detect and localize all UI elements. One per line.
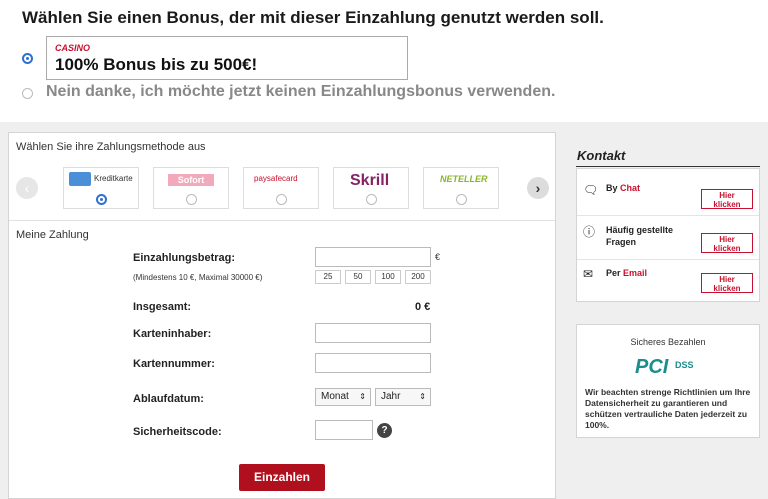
carousel-next-button[interactable]: › <box>527 177 549 199</box>
kontakt-box: 🗨 By Chat Hier klicken ⓘ Häufig gestellte… <box>576 168 760 302</box>
dss-logo: DSS <box>675 360 694 370</box>
neteller-logo: NETELLER <box>440 174 488 184</box>
section-divider <box>9 220 555 221</box>
expiry-label: Ablaufdatum: <box>133 393 204 405</box>
button-line: klicken <box>713 200 741 209</box>
expiry-month-value: Monat <box>321 391 349 402</box>
button-line: Hier <box>719 235 735 244</box>
total-label: Insgesamt: <box>133 301 192 313</box>
bonus-option-text: 100% Bonus bis zu 500€! <box>55 55 258 74</box>
kontakt-divider <box>577 259 759 260</box>
payment-method-name: Kreditkarte <box>94 174 133 183</box>
chat-prefix: By <box>606 183 621 193</box>
email-icon: ✉ <box>583 267 594 281</box>
no-bonus-radio[interactable] <box>22 88 33 99</box>
no-bonus-label[interactable]: Nein danke, ich möchte jetzt keinen Einz… <box>46 83 555 101</box>
quick-amount-200[interactable]: 200 <box>405 270 431 284</box>
secure-payment-box: Sicheres Bezahlen PCI DSS Wir beachten s… <box>576 324 760 438</box>
button-line: klicken <box>713 284 741 293</box>
payment-method-kreditkarte[interactable]: Kreditkarte <box>63 167 139 209</box>
bonus-option-casino[interactable]: CASINO 100% Bonus bis zu 500€! <box>46 36 408 80</box>
expiry-year-select[interactable]: Jahr ⇕ <box>375 388 431 406</box>
button-line: Hier <box>719 275 735 284</box>
quick-amount-50[interactable]: 50 <box>345 270 371 284</box>
button-line: Hier <box>719 191 735 200</box>
payment-method-paysafecard[interactable]: paysafecard <box>243 167 319 209</box>
faq-button[interactable]: Hier klicken <box>701 233 753 253</box>
skrill-logo: Skrill <box>350 172 390 189</box>
amount-label: Einzahlungsbetrag: <box>133 252 236 264</box>
total-value: 0 € <box>415 301 431 313</box>
select-arrow-icon: ⇕ <box>419 392 426 401</box>
amount-input[interactable] <box>315 247 431 267</box>
faq-link[interactable]: Häufig gestellte Fragen <box>606 224 696 248</box>
email-prefix: Per <box>606 268 624 278</box>
email-button[interactable]: Hier klicken <box>701 273 753 293</box>
secure-text: Wir beachten strenge Richtlinien um Ihre… <box>585 387 751 430</box>
security-code-input[interactable] <box>315 420 373 440</box>
bonus-title: Wählen Sie einen Bonus, der mit dieser E… <box>22 8 604 27</box>
sofort-logo: Sofort <box>168 174 214 186</box>
payment-method-radio[interactable] <box>456 194 467 205</box>
chat-label: By Chat <box>606 183 640 193</box>
kontakt-title: Kontakt <box>577 148 626 163</box>
currency-symbol: € <box>435 252 441 262</box>
bonus-option-radio-selected[interactable] <box>22 53 33 64</box>
card-number-input[interactable] <box>315 353 431 373</box>
button-line: klicken <box>713 244 741 253</box>
card-holder-label: Karteninhaber: <box>133 328 212 340</box>
payment-panel: Wählen Sie ihre Zahlungsmethode aus ‹ Kr… <box>8 132 556 499</box>
credit-card-icon <box>69 172 91 186</box>
chat-icon: 🗨 <box>583 183 599 197</box>
chevron-left-icon: ‹ <box>24 180 30 196</box>
kontakt-divider <box>577 215 759 216</box>
payment-method-radio[interactable] <box>96 194 107 205</box>
carousel-prev-button[interactable]: ‹ <box>16 177 38 199</box>
secure-title: Sicheres Bezahlen <box>630 337 706 347</box>
section-title: Meine Zahlung <box>16 229 89 241</box>
kontakt-underline <box>576 166 760 167</box>
payment-method-neteller[interactable]: NETELLER <box>423 167 499 209</box>
security-code-label: Sicherheitscode: <box>133 426 222 438</box>
payment-method-radio[interactable] <box>366 194 377 205</box>
expiry-year-value: Jahr <box>381 391 401 402</box>
bonus-option-tag: CASINO <box>55 43 91 53</box>
pci-logo: PCI <box>635 356 669 378</box>
quick-amount-25[interactable]: 25 <box>315 270 341 284</box>
payment-method-label: Wählen Sie ihre Zahlungsmethode aus <box>16 141 206 153</box>
email-link[interactable]: Email <box>623 268 647 278</box>
select-arrow-icon: ⇕ <box>359 392 366 401</box>
card-number-label: Kartennummer: <box>133 358 215 370</box>
expiry-month-select[interactable]: Monat ⇕ <box>315 388 371 406</box>
chevron-right-icon: › <box>535 180 541 196</box>
payment-method-skrill[interactable]: Skrill <box>333 167 409 209</box>
help-icon[interactable]: ? <box>377 423 392 438</box>
info-icon: ⓘ <box>583 225 596 239</box>
payment-method-radio[interactable] <box>186 194 197 205</box>
paysafecard-logo: paysafecard <box>254 174 298 183</box>
bonus-section: Wählen Sie einen Bonus, der mit dieser E… <box>0 0 768 122</box>
amount-hint: (Mindestens 10 €, Maximal 30000 €) <box>133 273 263 282</box>
payment-method-radio[interactable] <box>276 194 287 205</box>
card-holder-input[interactable] <box>315 323 431 343</box>
chat-link[interactable]: Chat <box>620 183 640 193</box>
chat-button[interactable]: Hier klicken <box>701 189 753 209</box>
payment-method-sofort[interactable]: Sofort <box>153 167 229 209</box>
email-label: Per Email <box>606 268 647 278</box>
deposit-button[interactable]: Einzahlen <box>239 464 325 491</box>
quick-amount-100[interactable]: 100 <box>375 270 401 284</box>
